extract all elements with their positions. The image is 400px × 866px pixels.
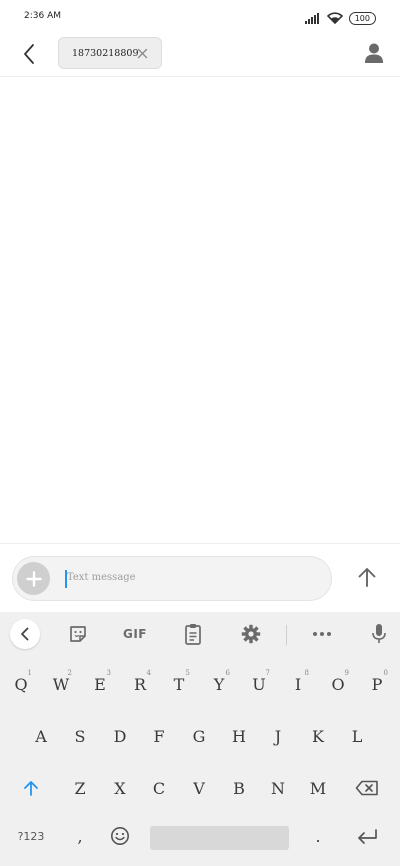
key-x[interactable]: X (101, 765, 139, 811)
key-row-3: Z X C V B N M (0, 765, 400, 811)
key-n[interactable]: N (259, 765, 297, 811)
remove-recipient-icon[interactable] (137, 48, 148, 59)
key-v[interactable]: V (180, 765, 218, 811)
key-i[interactable]: I8 (279, 661, 317, 707)
shift-key[interactable] (12, 765, 50, 811)
key-p[interactable]: P0 (358, 661, 396, 707)
gif-button[interactable]: GIF (117, 620, 153, 648)
enter-key[interactable] (348, 813, 386, 859)
key-l[interactable]: L (338, 713, 376, 759)
enter-icon (358, 829, 377, 844)
key-z[interactable]: Z (61, 765, 99, 811)
key-t[interactable]: T5 (160, 661, 198, 707)
key-f[interactable]: F (140, 713, 178, 759)
conversation-header: 18730218809 (0, 36, 400, 77)
keyboard-collapse-button[interactable] (10, 619, 40, 649)
key-m[interactable]: M (299, 765, 337, 811)
shift-arrow-icon (24, 781, 38, 796)
sticker-button[interactable] (63, 620, 93, 648)
send-icon[interactable] (356, 566, 378, 588)
key-e[interactable]: E3 (81, 661, 119, 707)
gif-label: GIF (122, 627, 147, 641)
key-s[interactable]: S (61, 713, 99, 759)
toolbar-divider (286, 625, 287, 645)
back-button[interactable] (16, 41, 42, 67)
more-button[interactable] (307, 620, 337, 648)
status-bar: 2:36 AM 100 (0, 0, 400, 36)
gear-icon (241, 624, 261, 644)
key-h[interactable]: H (220, 713, 258, 759)
recipient-chip[interactable]: 18730218809 (58, 37, 162, 69)
key-u[interactable]: U7 (240, 661, 278, 707)
key-r[interactable]: R4 (121, 661, 159, 707)
emoji-icon (111, 827, 129, 845)
key-y[interactable]: Y6 (200, 661, 238, 707)
keyboard-toolbar: GIF (0, 612, 400, 656)
space-key[interactable] (150, 826, 289, 850)
signal-icon (304, 9, 321, 28)
settings-button[interactable] (236, 620, 266, 648)
compose-area: Text message (0, 543, 400, 613)
battery-indicator: 100 (348, 12, 376, 25)
backspace-icon (355, 780, 378, 796)
attach-button[interactable] (17, 562, 50, 595)
symbols-key[interactable]: ?123 (12, 813, 50, 859)
clipboard-button[interactable] (178, 620, 208, 648)
voice-input-button[interactable] (364, 620, 394, 648)
message-input-container[interactable]: Text message (12, 556, 332, 601)
more-dots-icon (313, 632, 331, 636)
recipient-number: 18730218809 (72, 47, 139, 59)
backspace-key[interactable] (348, 765, 386, 811)
emoji-key[interactable] (101, 813, 139, 859)
back-arrow-icon (24, 44, 34, 64)
key-g[interactable]: G (180, 713, 218, 759)
key-c[interactable]: C (140, 765, 178, 811)
key-k[interactable]: K (299, 713, 337, 759)
key-o[interactable]: O9 (319, 661, 357, 707)
sticker-icon (70, 626, 86, 642)
key-row-1: Q1 W2 E3 R4 T5 Y6 U7 I8 O9 P0 (0, 661, 400, 707)
key-row-4: ?123 , . (0, 813, 400, 859)
key-q[interactable]: Q1 (2, 661, 40, 707)
key-comma[interactable]: , (61, 813, 99, 859)
contact-icon[interactable] (362, 41, 386, 65)
key-period[interactable]: . (299, 813, 337, 859)
clipboard-icon (185, 624, 201, 645)
keyboard: GIF Q1 W2 E3 R4 T5 Y6 U7 I8 O9 P0 A S D … (0, 612, 400, 866)
key-j[interactable]: J (259, 713, 297, 759)
wifi-icon (326, 9, 343, 28)
key-w[interactable]: W2 (42, 661, 80, 707)
key-row-2: A S D F G H J K L (0, 713, 400, 759)
microphone-icon (372, 624, 386, 643)
key-b[interactable]: B (220, 765, 258, 811)
status-time: 2:36 AM (24, 11, 61, 21)
plus-icon (25, 570, 42, 587)
message-input[interactable]: Text message (67, 572, 136, 583)
chevron-left-icon (21, 627, 29, 641)
key-d[interactable]: D (101, 713, 139, 759)
key-a[interactable]: A (22, 713, 60, 759)
